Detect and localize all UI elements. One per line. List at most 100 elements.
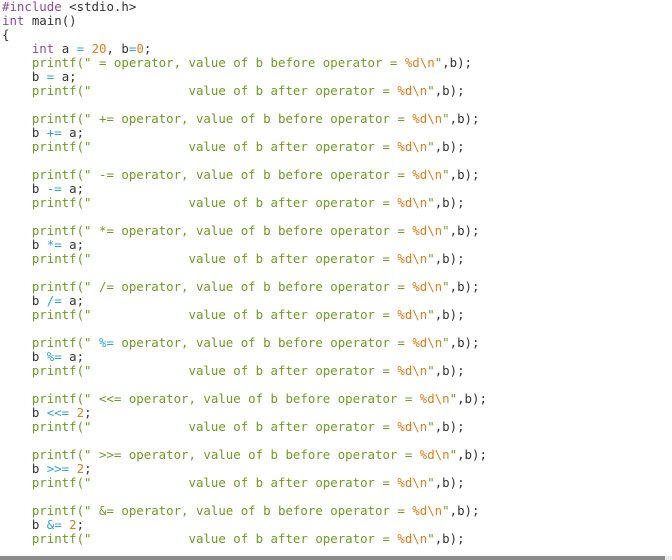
code-token-string: " (427, 83, 435, 98)
code-token-text: a; (61, 125, 85, 140)
code-line[interactable] (2, 266, 672, 280)
code-token-string: printf(" /= operator, value of b before … (31, 279, 413, 294)
code-token-text: { (2, 27, 10, 42)
code-token-string: " (427, 307, 435, 322)
code-token-format-spec: %d\n (419, 391, 450, 406)
code-line[interactable] (2, 210, 672, 224)
code-token-string: " (449, 391, 458, 406)
code-line[interactable] (2, 490, 672, 504)
code-token-number: 2 (76, 405, 85, 420)
code-line[interactable]: printf(" >>= operator, value of b before… (2, 448, 672, 462)
code-line[interactable]: { (2, 28, 672, 42)
code-line[interactable]: printf(" &= operator, value of b before … (2, 504, 672, 518)
code-token-string: " (442, 167, 450, 182)
code-token-text: a; (61, 293, 85, 308)
code-token-format-spec: %d\n (412, 335, 443, 350)
code-token-format-spec: %d\n (397, 419, 428, 434)
code-token-string: printf(" *= operator, value of b before … (31, 223, 413, 238)
code-line[interactable] (2, 322, 672, 336)
code-line[interactable]: printf(" += operator, value of b before … (2, 112, 672, 126)
code-line[interactable]: printf(" value of b after operator = %d\… (2, 364, 672, 378)
code-token-string: printf(" = operator, value of b before o… (31, 55, 405, 70)
code-token-format-spec: %d\n (397, 139, 428, 154)
code-line[interactable] (2, 98, 672, 112)
code-token-string: printf(" <<= operator, value of b before… (31, 391, 420, 406)
code-line[interactable]: printf(" value of b after operator = %d\… (2, 420, 672, 434)
horizontal-scrollbar[interactable] (0, 556, 672, 560)
code-token-text: a; (61, 349, 85, 364)
code-line[interactable]: b *= a; (2, 238, 672, 252)
code-line[interactable]: b += a; (2, 126, 672, 140)
scrollbar-thumb[interactable] (0, 556, 666, 560)
code-token-format-spec: %d\n (397, 251, 428, 266)
code-line[interactable]: printf(" = operator, value of b before o… (2, 56, 672, 70)
code-token-string: " (442, 279, 450, 294)
code-line[interactable]: printf(" value of b after operator = %d\… (2, 196, 672, 210)
code-token-string: " (427, 475, 435, 490)
code-token-text: ; (84, 461, 92, 476)
code-token-number: 2 (76, 461, 85, 476)
code-token-text: ,b); (434, 419, 465, 434)
code-line[interactable]: printf(" value of b after operator = %d\… (2, 476, 672, 490)
code-line[interactable] (2, 154, 672, 168)
code-token-text: ,b); (449, 167, 480, 182)
code-token-text: ,b); (434, 307, 465, 322)
code-token-preprocessor: #include (2, 0, 62, 14)
code-line[interactable]: b %= a; (2, 350, 672, 364)
code-token-text: b (2, 405, 47, 420)
code-token-text: ; (84, 405, 92, 420)
code-token-operator: -= (46, 181, 62, 196)
code-line[interactable]: b >>= 2; (2, 462, 672, 476)
code-line[interactable]: printf(" value of b after operator = %d\… (2, 84, 672, 98)
code-line[interactable]: b -= a; (2, 182, 672, 196)
code-line[interactable]: b = a; (2, 70, 672, 84)
code-token-operator: += (46, 125, 62, 140)
code-token-format-spec: %d\n (397, 83, 428, 98)
code-line[interactable]: b &= 2; (2, 518, 672, 532)
code-token-operator: >>= (46, 461, 70, 476)
code-line[interactable]: printf(" value of b after operator = %d\… (2, 140, 672, 154)
code-line[interactable]: printf(" value of b after operator = %d\… (2, 252, 672, 266)
code-line[interactable] (2, 434, 672, 448)
code-token-string: printf(" value of b after operator = (31, 475, 398, 490)
code-token-number: 20 (91, 41, 107, 56)
code-token-text: b (2, 293, 47, 308)
code-line[interactable]: printf(" /= operator, value of b before … (2, 280, 672, 294)
code-token-operator: <<= (46, 405, 70, 420)
code-line[interactable]: printf(" %= operator, value of b before … (2, 336, 672, 350)
code-token-string: printf(" value of b after operator = (31, 363, 398, 378)
code-line[interactable] (2, 378, 672, 392)
code-token-text: b (2, 237, 47, 252)
code-token-text: <stdio.h> (61, 0, 137, 14)
code-token-format-spec: %d\n (412, 111, 443, 126)
code-token-text: ,b); (442, 55, 472, 70)
code-line[interactable]: int main() (2, 14, 672, 28)
code-editor[interactable]: #include <stdio.h> int main(){ int a = 20… (2, 0, 672, 546)
code-line[interactable]: b <<= 2; (2, 406, 672, 420)
code-line[interactable]: b /= a; (2, 294, 672, 308)
code-line[interactable]: printf(" value of b after operator = %d\… (2, 532, 672, 546)
code-token-text: ,b); (434, 83, 465, 98)
code-line[interactable]: printf(" value of b after operator = %d\… (2, 308, 672, 322)
code-token-text: ,b); (434, 195, 465, 210)
code-line[interactable]: int a = 20, b=0; (2, 42, 672, 56)
code-line[interactable]: printf(" *= operator, value of b before … (2, 224, 672, 238)
code-line[interactable]: printf(" -= operator, value of b before … (2, 168, 672, 182)
code-line[interactable]: #include <stdio.h> (2, 0, 672, 14)
code-token-string: printf(" (31, 335, 99, 350)
code-token-text: ,b); (457, 447, 487, 462)
code-line[interactable]: printf(" <<= operator, value of b before… (2, 392, 672, 406)
code-token-string: printf(" value of b after operator = (31, 139, 398, 154)
code-token-operator: /= (46, 293, 62, 308)
